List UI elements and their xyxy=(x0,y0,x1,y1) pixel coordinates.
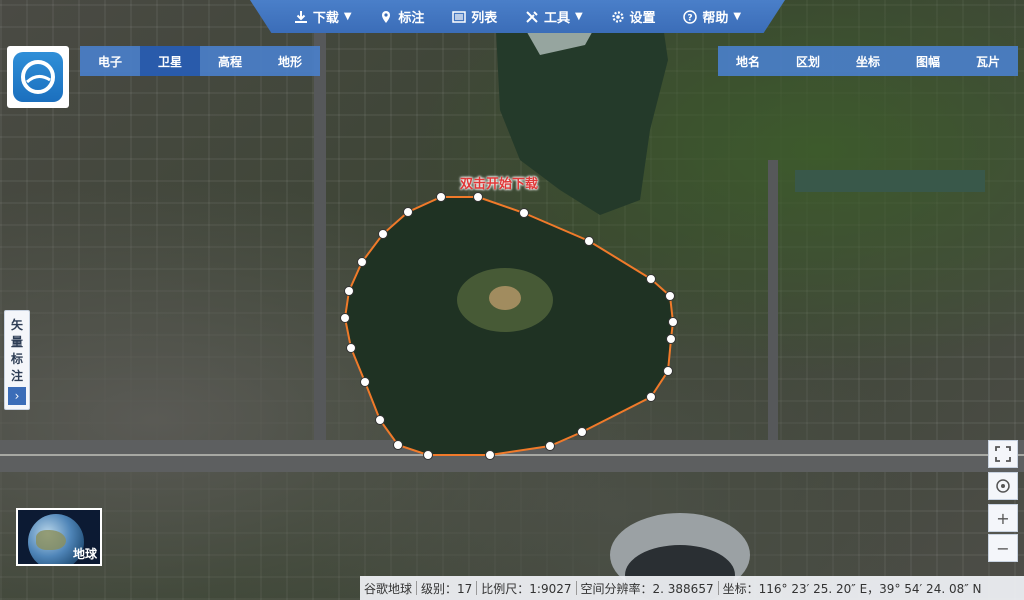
tab-tile[interactable]: 瓦片 xyxy=(958,46,1018,76)
map-source: 谷歌地球 xyxy=(364,581,413,596)
vertical-road-2 xyxy=(768,160,778,440)
zoom-out-button[interactable]: − xyxy=(988,534,1018,562)
chevron-right-icon[interactable]: › xyxy=(8,387,26,405)
vertex[interactable] xyxy=(360,377,370,387)
download-label: 下载 xyxy=(312,11,339,26)
vertex[interactable] xyxy=(646,274,656,284)
plus-icon: + xyxy=(996,508,1010,528)
vertex[interactable] xyxy=(663,366,673,376)
globe-view-button[interactable]: 地球 xyxy=(16,508,102,566)
list-icon xyxy=(452,10,466,23)
vertex[interactable] xyxy=(344,286,354,296)
vertex[interactable] xyxy=(545,441,555,451)
list-label: 列表 xyxy=(471,11,498,26)
settings-label: 设置 xyxy=(629,11,656,26)
vertex[interactable] xyxy=(584,236,594,246)
vertex[interactable] xyxy=(403,207,413,217)
tab-terrain[interactable]: 地形 xyxy=(260,46,320,76)
vertex[interactable] xyxy=(357,257,367,267)
spatial-resolution: 空间分辨率：2. 388657 xyxy=(580,581,714,596)
download-menu[interactable]: 下载 ▼ xyxy=(294,7,352,26)
locate-icon xyxy=(996,479,1010,493)
info-tabs: 地名 区划 坐标 图幅 瓦片 xyxy=(718,46,1018,76)
help-icon: ? xyxy=(683,9,698,24)
status-bar: 谷歌地球 级别：17 比例尺：1:9027 空间分辨率：2. 388657 坐标… xyxy=(360,576,1024,600)
tools-label: 工具 xyxy=(544,11,571,26)
tools-icon xyxy=(526,10,538,23)
app-logo xyxy=(7,46,69,108)
road-marking xyxy=(0,454,1024,456)
vertex[interactable] xyxy=(423,450,433,460)
vertex[interactable] xyxy=(665,291,675,301)
vertex[interactable] xyxy=(340,313,350,323)
moat xyxy=(795,170,985,192)
vertex[interactable] xyxy=(393,440,403,450)
list-button[interactable]: 列表 xyxy=(452,7,497,26)
minus-icon: − xyxy=(996,538,1010,558)
top-toolbar: 下载 ▼ 标注 列表 工具 ▼ 设置 ? 帮助 ▼ xyxy=(250,0,785,33)
vertex[interactable] xyxy=(346,343,356,353)
tab-elevation[interactable]: 高程 xyxy=(200,46,260,76)
vertex[interactable] xyxy=(666,334,676,344)
tools-menu[interactable]: 工具 ▼ xyxy=(525,7,583,26)
tab-coordinate[interactable]: 坐标 xyxy=(838,46,898,76)
fullscreen-icon xyxy=(995,446,1011,462)
vertex[interactable] xyxy=(577,427,587,437)
map-overlay xyxy=(0,0,1024,600)
gear-icon xyxy=(611,10,624,23)
globe-logo-icon xyxy=(21,60,55,94)
satellite-map[interactable] xyxy=(0,0,1024,600)
side-label-char: 标 xyxy=(10,352,23,366)
vertex[interactable] xyxy=(378,229,388,239)
tab-electronic[interactable]: 电子 xyxy=(80,46,140,76)
vertex[interactable] xyxy=(436,192,446,202)
vertex[interactable] xyxy=(646,392,656,402)
tab-satellite[interactable]: 卫星 xyxy=(140,46,200,76)
vertex[interactable] xyxy=(485,450,495,460)
tab-district[interactable]: 区划 xyxy=(778,46,838,76)
vertex[interactable] xyxy=(519,208,529,218)
download-icon xyxy=(294,10,307,23)
mark-label: 标注 xyxy=(398,11,425,26)
svg-text:?: ? xyxy=(688,13,693,23)
globe-label: 地球 xyxy=(72,547,97,561)
help-label: 帮助 xyxy=(702,11,729,26)
settings-button[interactable]: 设置 xyxy=(611,7,656,26)
vector-label-toggle[interactable]: 矢 量 标 注 › xyxy=(4,310,30,410)
side-label-char: 注 xyxy=(10,369,23,383)
side-label-char: 矢 xyxy=(10,318,23,332)
map-pin-icon xyxy=(382,10,391,23)
chevron-down-icon: ▼ xyxy=(575,11,583,22)
island-temple xyxy=(489,286,521,310)
zoom-level: 级别：17 xyxy=(421,581,473,596)
vertex[interactable] xyxy=(668,317,678,327)
vertex[interactable] xyxy=(375,415,385,425)
map-scale: 比例尺：1:9027 xyxy=(481,581,572,596)
zoom-in-button[interactable]: + xyxy=(988,504,1018,532)
locate-button[interactable] xyxy=(988,472,1018,500)
chevron-down-icon: ▼ xyxy=(733,11,742,22)
fullscreen-button[interactable] xyxy=(988,440,1018,468)
tab-place-name[interactable]: 地名 xyxy=(718,46,778,76)
vertex[interactable] xyxy=(473,192,483,202)
side-label-char: 量 xyxy=(10,335,23,349)
mark-button[interactable]: 标注 xyxy=(379,7,424,26)
cursor-coordinates: 坐标：116° 23′ 25. 20″ E，39° 54′ 24. 08″ N xyxy=(722,581,982,596)
help-menu[interactable]: ? 帮助 ▼ xyxy=(683,7,741,26)
tab-map-sheet[interactable]: 图幅 xyxy=(898,46,958,76)
layer-tabs: 电子 卫星 高程 地形 xyxy=(80,46,320,76)
download-hint: 双击开始下载 xyxy=(460,177,539,192)
globe-land xyxy=(36,530,66,550)
chevron-down-icon: ▼ xyxy=(343,11,352,22)
